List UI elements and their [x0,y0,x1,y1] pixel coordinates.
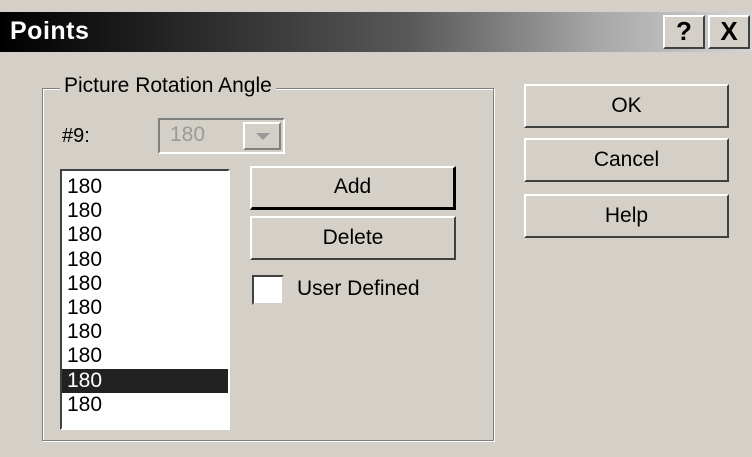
list-item[interactable]: 180 [62,320,228,344]
list-item[interactable]: 180 [62,393,228,417]
add-button[interactable]: Add [250,166,456,210]
delete-button[interactable]: Delete [250,216,456,260]
angle-combobox: 180 [158,118,285,154]
cancel-button[interactable]: Cancel [524,138,729,182]
angle-listbox[interactable]: 180 180 180 180 180 180 180 180 180 180 [60,169,230,430]
user-defined-checkbox[interactable] [252,275,284,305]
list-item[interactable]: 180 [62,248,228,272]
list-item[interactable]: 180 [62,272,228,296]
list-item[interactable]: 180 [62,223,228,247]
title-bar[interactable]: Points ? X [0,12,752,52]
chevron-down-icon [243,122,281,150]
list-item[interactable]: 180 [62,296,228,320]
close-icon[interactable]: X [708,15,750,49]
ok-button[interactable]: OK [524,84,729,128]
index-label: #9: [62,125,90,147]
combo-value: 180 [170,123,206,146]
list-item[interactable]: 180 [62,344,228,368]
group-legend: Picture Rotation Angle [60,74,276,98]
list-item[interactable]: 180 [62,199,228,223]
window-title: Points [10,17,90,45]
help-button[interactable]: Help [524,194,729,238]
list-item[interactable]: 180 [62,368,228,393]
user-defined-label: User Defined [297,277,420,300]
list-item[interactable]: 180 [62,175,228,199]
points-dialog: Points ? X Picture Rotation Angle #9: 18… [0,0,752,457]
help-icon[interactable]: ? [663,15,705,49]
